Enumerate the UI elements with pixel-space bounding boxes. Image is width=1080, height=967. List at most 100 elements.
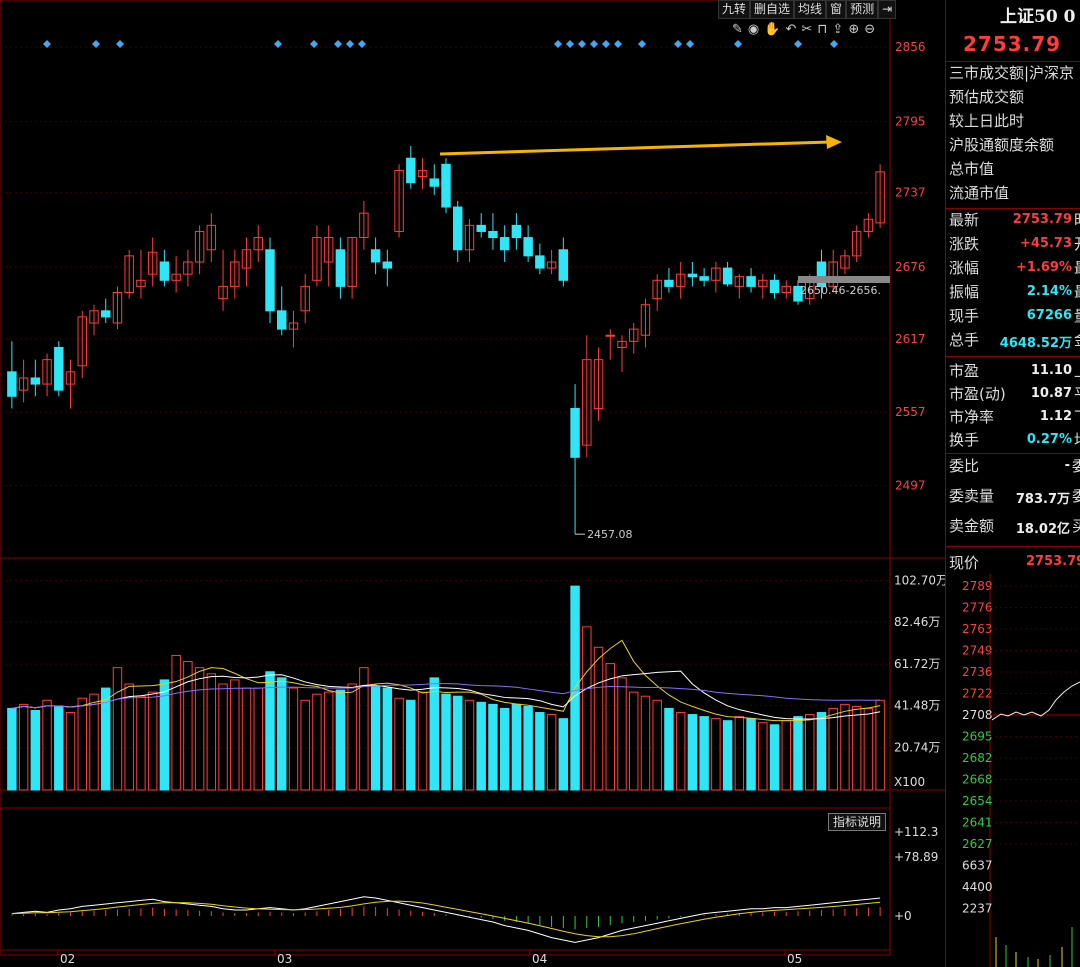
price-axis-label: 2737 xyxy=(895,185,926,199)
candle-body xyxy=(159,261,170,281)
volume-bar xyxy=(499,707,510,791)
volume-axis-label: 20.74万 xyxy=(894,741,940,755)
quote-label-4: 现手 xyxy=(949,307,980,325)
price-axis-label: 2617 xyxy=(895,332,926,346)
volume-bar xyxy=(511,703,522,791)
candle-body xyxy=(699,276,709,281)
signal-diamond xyxy=(602,40,610,48)
quote-tail-5: 金 xyxy=(1074,329,1080,350)
volume-bar xyxy=(875,699,885,791)
volume-bar xyxy=(300,699,310,791)
current-price-value: 2753.79 xyxy=(1026,554,1080,569)
volume-bar xyxy=(112,667,123,791)
ratio-tail-0: 上 xyxy=(1074,360,1080,381)
mini-price-label: 2237 xyxy=(962,902,993,916)
candle-body xyxy=(570,407,580,458)
candle-body xyxy=(441,163,451,208)
ratio-label-2: 市净率 xyxy=(949,408,995,426)
low-label: 2457.08 xyxy=(587,528,633,541)
candle-body xyxy=(499,237,510,251)
pencil-icon[interactable]: ✎ xyxy=(732,22,748,37)
mini-price-label: 6637 xyxy=(962,859,993,873)
volume-bar xyxy=(699,716,709,791)
quote-label-3: 振幅 xyxy=(949,283,980,301)
signal-diamond xyxy=(566,40,574,48)
remove-watchlist-button[interactable]: 删自选 xyxy=(750,0,795,19)
volume-bar xyxy=(277,677,287,791)
zoom-in-icon[interactable]: ⊕ xyxy=(848,22,864,37)
candle-body xyxy=(101,310,111,318)
mini-price-label: 2708 xyxy=(962,708,993,722)
mini-price-label: 2776 xyxy=(962,601,993,615)
moving-average-button[interactable]: 均线 xyxy=(794,0,827,19)
price-axis-label: 2795 xyxy=(895,115,926,129)
indicator-help-button[interactable]: 指标说明 xyxy=(828,813,887,831)
volume-bar xyxy=(805,714,815,791)
macd-dif-line xyxy=(11,896,881,943)
ticker-price: 2753.79 xyxy=(963,32,1062,56)
stock-chart[interactable]: 2856 2795 2737 2676 2617 2557 2497 2457.08 2650.… xyxy=(0,0,945,967)
forecast-button[interactable]: 预测 xyxy=(846,0,879,19)
order-tail-0: 委 xyxy=(1072,457,1080,475)
export-icon[interactable]: ⇪ xyxy=(832,22,848,37)
volume-bar xyxy=(206,673,217,791)
info-label-1: 预估成交额 xyxy=(949,88,1025,106)
ratio-value-3: 0.27% xyxy=(1026,432,1072,447)
lock-icon[interactable]: ⊓ xyxy=(817,22,832,37)
candle-body xyxy=(453,206,463,251)
volume-bar xyxy=(370,685,381,791)
quote-value-5: 4648.52万 xyxy=(999,336,1072,351)
volume-bar xyxy=(312,693,322,791)
order-label-1: 委卖量 xyxy=(949,487,995,505)
signal-diamond xyxy=(358,40,366,48)
eye-icon[interactable]: ◉ xyxy=(748,22,764,37)
nine-turn-button[interactable]: 九转 xyxy=(718,0,751,19)
mini-price-label: 2627 xyxy=(962,837,993,851)
top-toolbar: 九转 删自选 均线 窗 预测 ⇥ xyxy=(718,0,897,19)
info-label-0: 三市成交额|沪深京 xyxy=(949,64,1075,82)
volume-bar xyxy=(147,691,158,791)
ratio-tail-2: 下 xyxy=(1074,406,1080,427)
price-axis-label: 2856 xyxy=(895,40,926,54)
candle-body xyxy=(488,230,498,239)
volume-bar xyxy=(523,705,533,791)
volume-bar xyxy=(640,695,651,791)
volume-bar xyxy=(722,720,733,791)
volume-axis-label: 102.70万 xyxy=(894,574,945,588)
candle-body xyxy=(335,249,346,287)
intraday-chart[interactable]: 2789 2776 2763 2749 2736 2722 2708 2695 2682 2668… xyxy=(946,574,1080,967)
volume-bar xyxy=(863,707,874,791)
hand-icon[interactable]: ✋ xyxy=(764,22,785,37)
candle-body xyxy=(769,279,780,294)
date-axis-label: 02 xyxy=(60,952,75,966)
volume-bar xyxy=(429,677,439,791)
volume-bar xyxy=(593,646,604,791)
quote-value-0: 2753.79 xyxy=(1012,212,1072,227)
window-button[interactable]: 窗 xyxy=(826,0,847,19)
candle-body xyxy=(30,377,41,385)
indicator-axis-label: +0 xyxy=(894,909,912,923)
signal-diamond xyxy=(92,40,100,48)
volume-bar xyxy=(816,712,827,791)
quote-value-2: +1.69% xyxy=(1016,260,1072,275)
collapse-panel-icon[interactable]: ⇥ xyxy=(878,0,897,19)
panel-divider-3 xyxy=(946,546,1080,547)
undo-icon[interactable]: ↶ xyxy=(785,22,801,37)
volume-bar xyxy=(171,654,181,791)
candle-body xyxy=(687,273,698,278)
zoom-out-icon[interactable]: ⊖ xyxy=(864,22,880,37)
volume-bar xyxy=(323,691,334,791)
quote-tail-2: 最 xyxy=(1074,257,1080,278)
signal-diamond xyxy=(43,40,51,48)
ratio-value-2: 1.12 xyxy=(1039,409,1072,424)
volume-bar xyxy=(406,699,416,791)
current-price-label: 现价 xyxy=(949,554,980,572)
info-label-3: 沪股通额度余额 xyxy=(949,136,1055,154)
volume-bar xyxy=(582,626,592,791)
panel-divider-2 xyxy=(946,453,1080,454)
scissors-icon[interactable]: ✂ xyxy=(801,22,817,37)
volume-bar xyxy=(464,699,475,791)
candle-body xyxy=(558,249,569,281)
quote-value-3: 2.14% xyxy=(1026,284,1072,299)
volume-bar xyxy=(265,671,275,791)
